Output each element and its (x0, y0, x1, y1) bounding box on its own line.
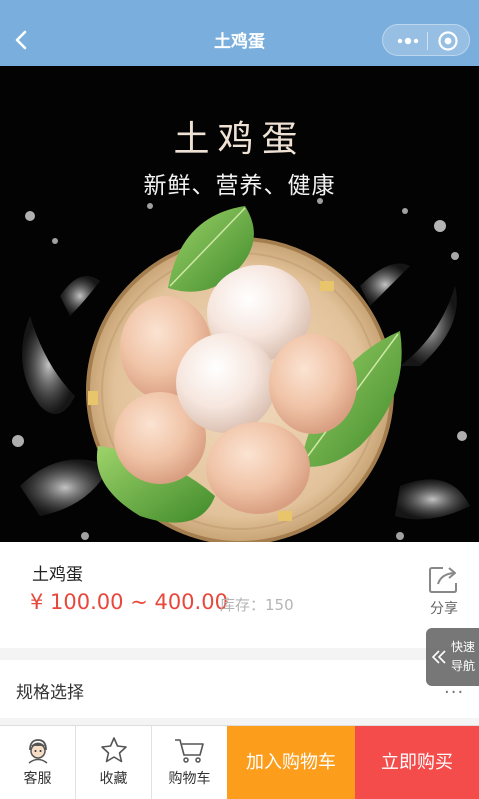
stock-label: 库存： (220, 596, 266, 614)
quick-nav-button[interactable]: 快速 导航 (426, 628, 479, 686)
favorite-button[interactable]: 收藏 (76, 726, 152, 799)
service-label: 客服 (23, 771, 52, 787)
quick-nav-line1: 快速 (450, 640, 475, 654)
product-banner: 土鸡蛋 新鲜、营养、健康 (0, 66, 479, 542)
product-info: 土鸡蛋 ¥ 100.00 ~ 400.00 库存：150 分享 (0, 542, 479, 648)
product-name: 土鸡蛋 (32, 565, 83, 585)
shopping-cart-icon (174, 739, 204, 763)
double-chevron-left-icon (431, 650, 446, 664)
capsule-divider (427, 32, 428, 50)
product-detail-page: 土鸡蛋 土鸡蛋 新鲜、营养、健康 土鸡蛋 ¥ 100.00 ~ 400.00 库… (0, 0, 479, 799)
bottom-action-bar: 客服 收藏 购物车 加入购物车 立即购买 (0, 725, 479, 799)
customer-service-icon (28, 739, 47, 764)
mini-program-capsule (382, 24, 470, 56)
favorite-label: 收藏 (99, 771, 128, 787)
nav-header: 土鸡蛋 (0, 0, 479, 66)
share-icon (429, 567, 457, 593)
product-price: ¥ 100.00 ~ 400.00 (30, 590, 228, 614)
quick-nav-label: 快速 导航 (448, 638, 478, 676)
cart-nav-button[interactable]: 购物车 (152, 726, 228, 799)
star-icon (100, 737, 127, 763)
share-label: 分享 (430, 601, 458, 617)
spec-selector[interactable]: 规格选择 ··· (0, 660, 479, 718)
add-to-cart-button[interactable]: 加入购物车 (227, 726, 355, 799)
banner-title: 土鸡蛋 (173, 119, 306, 160)
spec-label: 规格选择 (16, 683, 84, 703)
banner-subtitle: 新鲜、营养、健康 (143, 173, 336, 199)
quick-nav-line2: 导航 (450, 659, 475, 673)
service-button[interactable]: 客服 (0, 726, 76, 799)
more-dots-icon[interactable] (393, 31, 423, 51)
buy-now-button[interactable]: 立即购买 (355, 726, 479, 799)
share-button[interactable]: 分享 (420, 564, 468, 624)
cart-label: 购物车 (168, 771, 211, 787)
stock-value: 150 (265, 596, 294, 614)
stock-info: 库存：150 (220, 594, 294, 615)
target-close-icon[interactable] (437, 30, 459, 52)
